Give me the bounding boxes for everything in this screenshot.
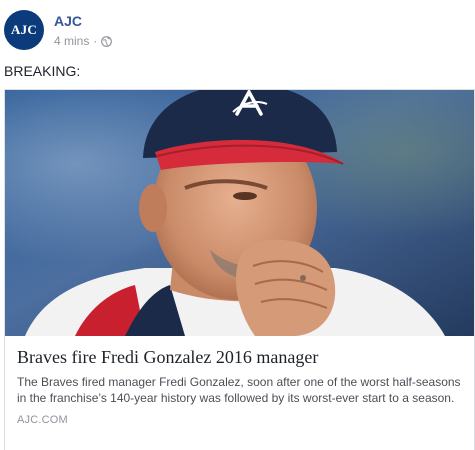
page-avatar[interactable]: AJC [4, 10, 44, 50]
post-message: BREAKING: [4, 63, 81, 79]
link-card-description: The Braves fired manager Fredi Gonzalez,… [17, 375, 461, 405]
page-name-link[interactable]: AJC [54, 12, 112, 30]
link-card-image[interactable] [5, 90, 474, 336]
post-subline: 4 mins · [54, 33, 113, 49]
post-timestamp[interactable]: 4 mins [54, 33, 89, 49]
post-header: AJC AJC 4 mins · [4, 8, 304, 52]
globe-icon[interactable] [101, 35, 113, 47]
link-card-title[interactable]: Braves fire Fredi Gonzalez 2016 manager [17, 346, 462, 368]
link-card-domain: AJC.COM [17, 414, 68, 426]
separator-dot: · [93, 33, 98, 48]
post-meta: AJC 4 mins · [54, 12, 113, 49]
link-card-body: Braves fire Fredi Gonzalez 2016 manager … [5, 336, 474, 426]
avatar-logo-text: AJC [11, 22, 37, 37]
link-card[interactable]: Braves fire Fredi Gonzalez 2016 manager … [4, 89, 475, 450]
